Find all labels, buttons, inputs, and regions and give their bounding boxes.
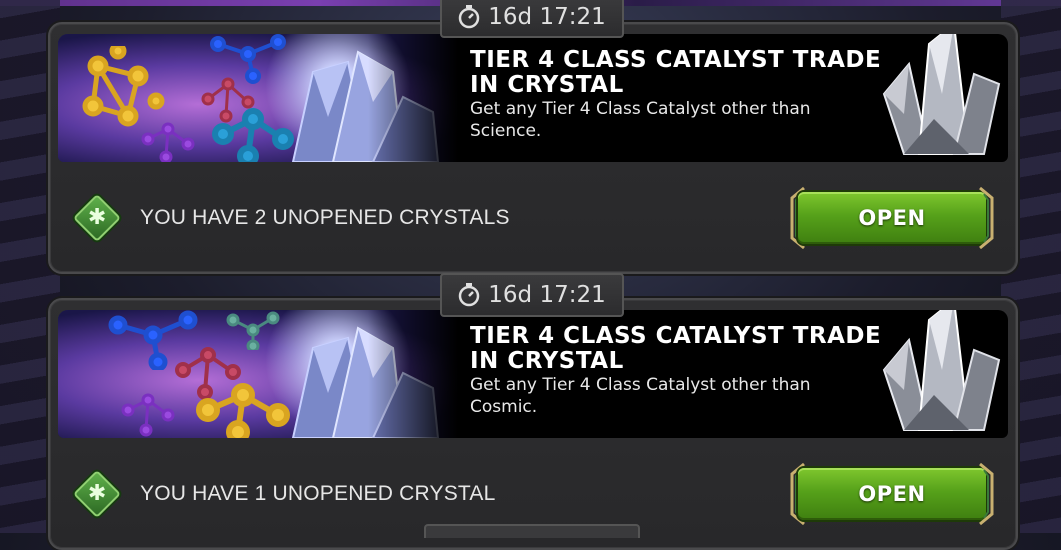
- crystal-artwork: [291, 326, 440, 438]
- crystal-icon: [882, 34, 1001, 155]
- offer-title: TIER 4 CLASS CATALYST TRADE IN CRYSTAL: [470, 48, 890, 98]
- green-gem-icon: ✱: [72, 193, 122, 243]
- offer-title-line1: TIER 4 CLASS CATALYST TRADE: [470, 323, 882, 349]
- offer-title: TIER 4 CLASS CATALYST TRADE IN CRYSTAL: [470, 324, 890, 374]
- next-card-timer-tab: [424, 524, 640, 538]
- expiry-timer: 16d 17:21: [440, 0, 624, 38]
- open-button[interactable]: OPEN: [786, 186, 998, 250]
- offer-text: TIER 4 CLASS CATALYST TRADE IN CRYSTAL G…: [470, 48, 890, 142]
- crystal-offer-card: TIER 4 CLASS CATALYST TRADE IN CRYSTAL G…: [48, 22, 1018, 274]
- offer-description-line1: Get any Tier 4 Class Catalyst other than: [470, 375, 811, 395]
- unopened-status: ✱ YOU HAVE 2 UNOPENED CRYSTALS: [72, 193, 510, 243]
- catalyst-artwork: [58, 310, 458, 438]
- purple-catalyst-molecule: [121, 393, 175, 437]
- open-button[interactable]: OPEN: [786, 462, 998, 526]
- button-bracket-right: [979, 186, 994, 250]
- crystal-offer-card: TIER 4 CLASS CATALYST TRADE IN CRYSTAL G…: [48, 298, 1018, 550]
- offer-description-line2: Science.: [470, 121, 542, 141]
- open-button-label[interactable]: OPEN: [798, 468, 986, 520]
- unopened-count-text: YOU HAVE 2 UNOPENED CRYSTALS: [140, 206, 510, 229]
- offer-description: Get any Tier 4 Class Catalyst other than…: [470, 374, 890, 418]
- offer-text: TIER 4 CLASS CATALYST TRADE IN CRYSTAL G…: [470, 324, 890, 418]
- offer-banner: TIER 4 CLASS CATALYST TRADE IN CRYSTAL G…: [58, 310, 1008, 438]
- offer-description: Get any Tier 4 Class Catalyst other than…: [470, 98, 890, 142]
- offer-description-line2: Cosmic.: [470, 397, 538, 417]
- timer-text: 16d 17:21: [488, 4, 606, 30]
- open-button-label[interactable]: OPEN: [798, 192, 986, 244]
- offer-title-line1: TIER 4 CLASS CATALYST TRADE: [470, 47, 882, 73]
- button-bracket-right: [979, 462, 994, 526]
- timer-text: 16d 17:21: [488, 282, 606, 308]
- unopened-count-text: YOU HAVE 1 UNOPENED CRYSTAL: [140, 482, 496, 505]
- crystal-artwork: [291, 50, 440, 162]
- expiry-timer: 16d 17:21: [440, 273, 624, 317]
- purple-catalyst-molecule: [141, 122, 195, 162]
- offer-title-line2: IN CRYSTAL: [470, 72, 624, 98]
- unopened-status: ✱ YOU HAVE 1 UNOPENED CRYSTAL: [72, 469, 496, 519]
- catalyst-artwork: [58, 34, 458, 162]
- stopwatch-icon: [459, 283, 480, 307]
- offer-title-line2: IN CRYSTAL: [470, 348, 624, 374]
- crystal-icon: [882, 310, 1001, 431]
- offer-description-line1: Get any Tier 4 Class Catalyst other than: [470, 99, 811, 119]
- offer-banner: TIER 4 CLASS CATALYST TRADE IN CRYSTAL G…: [58, 34, 1008, 162]
- stopwatch-icon: [459, 5, 480, 29]
- green-gem-icon: ✱: [72, 469, 122, 519]
